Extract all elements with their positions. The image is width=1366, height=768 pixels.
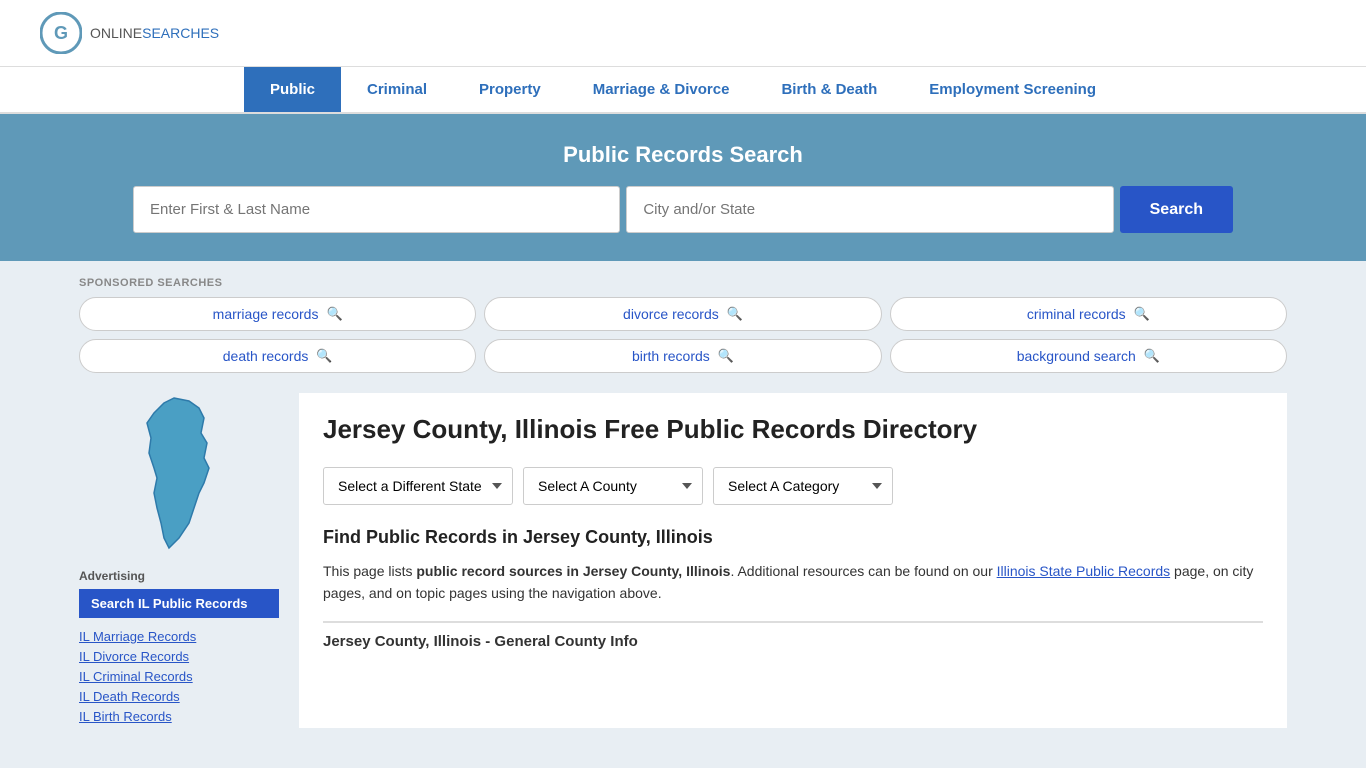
list-item: IL Criminal Records <box>79 668 279 684</box>
sponsored-divorce-records-label: divorce records <box>623 306 719 322</box>
sponsored-section: SPONSORED SEARCHES marriage records 🔍 di… <box>79 277 1287 373</box>
name-search-input[interactable] <box>133 186 620 233</box>
logo-online-text: ONLINE <box>90 25 142 41</box>
main-content: Jersey County, Illinois Free Public Reco… <box>299 393 1287 728</box>
il-divorce-records-link[interactable]: IL Divorce Records <box>79 649 189 664</box>
logo-icon: G <box>40 12 82 54</box>
county-dropdown[interactable]: Select A County <box>523 467 703 505</box>
nav-item-employment[interactable]: Employment Screening <box>903 67 1122 112</box>
sponsored-label: SPONSORED SEARCHES <box>79 277 1287 289</box>
sponsored-criminal-records-label: criminal records <box>1027 306 1126 322</box>
page-title: Jersey County, Illinois Free Public Reco… <box>323 413 1263 447</box>
location-search-input[interactable] <box>626 186 1113 233</box>
category-dropdown[interactable]: Select A Category <box>713 467 893 505</box>
list-item: IL Death Records <box>79 688 279 704</box>
sponsored-divorce-records[interactable]: divorce records 🔍 <box>484 297 881 331</box>
svg-text:G: G <box>54 23 68 43</box>
search-button[interactable]: Search <box>1120 186 1233 233</box>
search-icon-5: 🔍 <box>718 348 734 364</box>
search-row: Search <box>133 186 1233 233</box>
state-map <box>79 393 279 553</box>
search-icon-1: 🔍 <box>326 306 342 322</box>
sponsored-background-search-label: background search <box>1017 348 1136 364</box>
nav-item-property[interactable]: Property <box>453 67 567 112</box>
hero-title: Public Records Search <box>40 142 1326 168</box>
find-records-title: Find Public Records in Jersey County, Il… <box>323 527 1263 548</box>
logo-searches-text: SEARCHES <box>142 25 219 41</box>
header: G ONLINESEARCHES <box>0 0 1366 67</box>
advertising-label: Advertising <box>79 569 279 583</box>
search-il-button[interactable]: Search IL Public Records <box>79 589 279 618</box>
logo-text: ONLINESEARCHES <box>90 25 219 41</box>
il-death-records-link[interactable]: IL Death Records <box>79 689 180 704</box>
state-dropdown[interactable]: Select a Different State <box>323 467 513 505</box>
search-icon-2: 🔍 <box>727 306 743 322</box>
nav-item-criminal[interactable]: Criminal <box>341 67 453 112</box>
il-marriage-records-link[interactable]: IL Marriage Records <box>79 629 196 644</box>
desc-part2: . Additional resources can be found on o… <box>730 563 996 579</box>
nav-item-marriage-divorce[interactable]: Marriage & Divorce <box>567 67 756 112</box>
list-item: IL Marriage Records <box>79 628 279 644</box>
sponsored-death-records-label: death records <box>223 348 309 364</box>
sponsored-criminal-records[interactable]: criminal records 🔍 <box>890 297 1287 331</box>
nav-item-birth-death[interactable]: Birth & Death <box>755 67 903 112</box>
sponsored-marriage-records-label: marriage records <box>213 306 319 322</box>
content-layout: Advertising Search IL Public Records IL … <box>79 393 1287 728</box>
sponsored-marriage-records[interactable]: marriage records 🔍 <box>79 297 476 331</box>
illinois-map-svg <box>119 393 239 553</box>
list-item: IL Birth Records <box>79 708 279 724</box>
desc-part1: This page lists <box>323 563 416 579</box>
main-wrapper: SPONSORED SEARCHES marriage records 🔍 di… <box>63 261 1303 744</box>
list-item: IL Divorce Records <box>79 648 279 664</box>
dropdowns-row: Select a Different State Select A County… <box>323 467 1263 505</box>
desc-bold: public record sources in Jersey County, … <box>416 563 730 579</box>
illinois-state-link[interactable]: Illinois State Public Records <box>997 563 1171 579</box>
sponsored-birth-records[interactable]: birth records 🔍 <box>484 339 881 373</box>
hero-section: Public Records Search Search <box>0 114 1366 261</box>
search-icon-3: 🔍 <box>1134 306 1150 322</box>
il-birth-records-link[interactable]: IL Birth Records <box>79 709 172 724</box>
search-icon-4: 🔍 <box>316 348 332 364</box>
sponsored-grid: marriage records 🔍 divorce records 🔍 cri… <box>79 297 1287 373</box>
search-icon-6: 🔍 <box>1144 348 1160 364</box>
sponsored-birth-records-label: birth records <box>632 348 710 364</box>
sponsored-death-records[interactable]: death records 🔍 <box>79 339 476 373</box>
description-text: This page lists public record sources in… <box>323 560 1263 605</box>
nav-item-public[interactable]: Public <box>244 67 341 112</box>
logo: G ONLINESEARCHES <box>40 12 219 54</box>
sidebar-links: IL Marriage Records IL Divorce Records I… <box>79 628 279 724</box>
main-nav: Public Criminal Property Marriage & Divo… <box>0 67 1366 114</box>
sidebar: Advertising Search IL Public Records IL … <box>79 393 279 728</box>
il-criminal-records-link[interactable]: IL Criminal Records <box>79 669 193 684</box>
sponsored-background-search[interactable]: background search 🔍 <box>890 339 1287 373</box>
county-info-heading: Jersey County, Illinois - General County… <box>323 621 1263 650</box>
